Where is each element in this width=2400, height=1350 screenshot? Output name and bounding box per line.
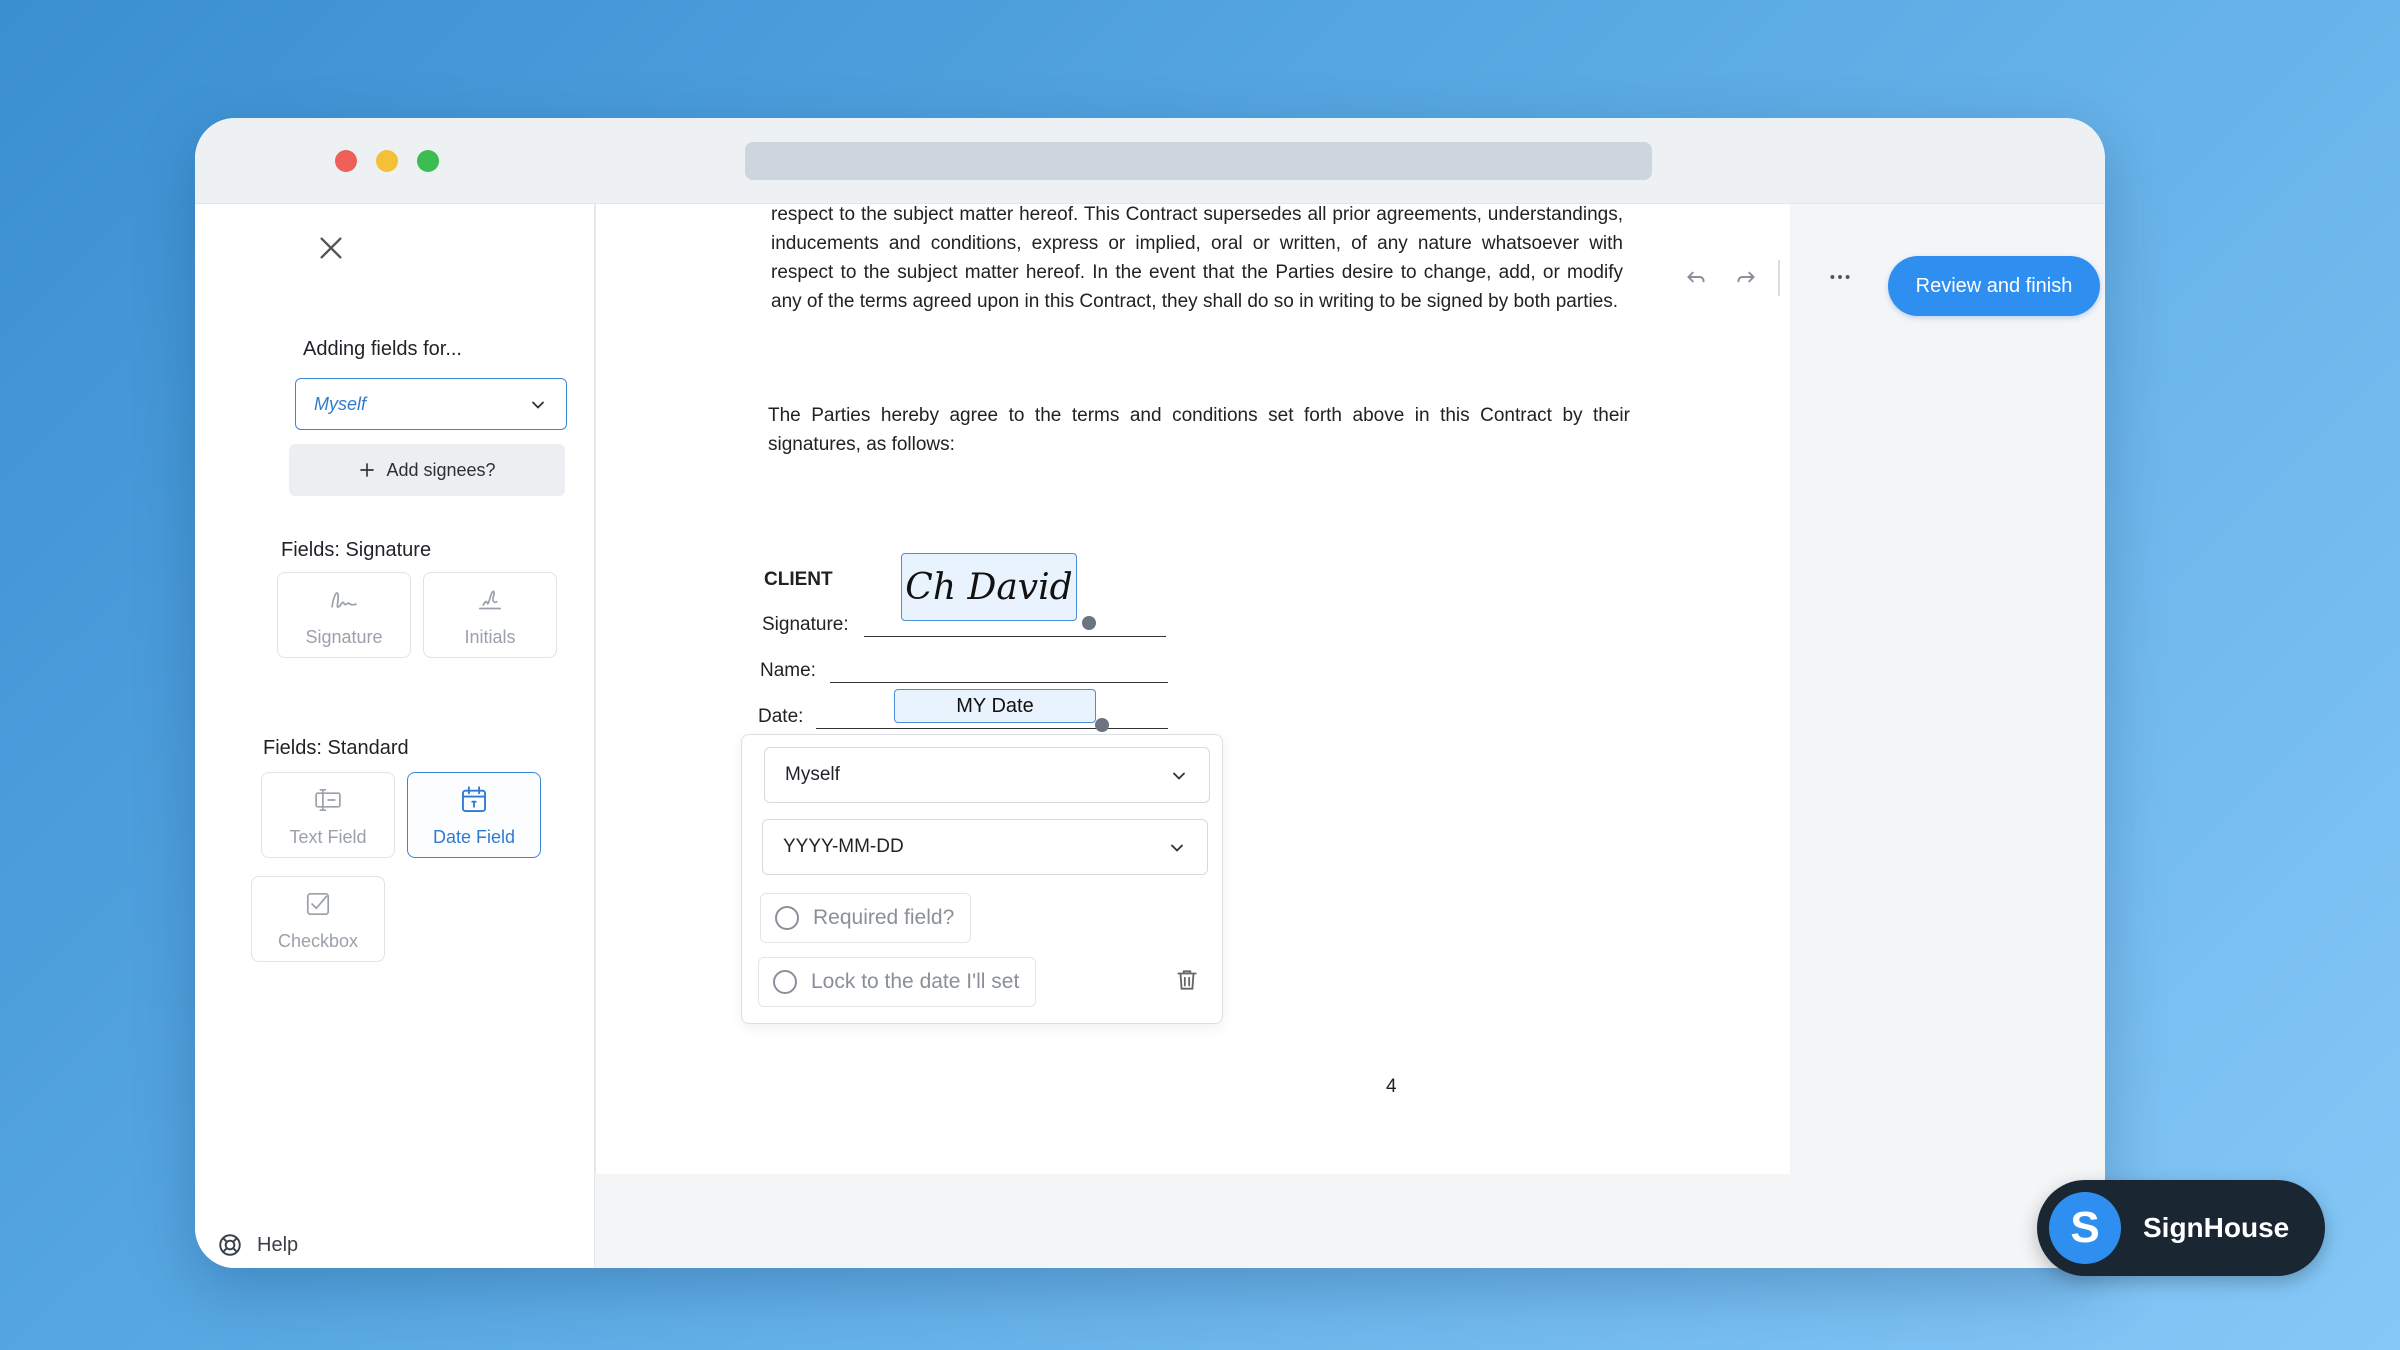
text-field-label: Text Field (289, 826, 367, 847)
more-icon[interactable] (1827, 264, 1853, 290)
standard-fields-heading: Fields: Standard (263, 737, 409, 759)
signature-fields-heading: Fields: Signature (281, 539, 432, 561)
required-field-label: Required field? (813, 906, 955, 929)
review-and-finish-button[interactable]: Review and finish (1888, 256, 2100, 316)
calendar-icon (462, 785, 486, 812)
main-area: respect to the subject matter hereof. Th… (595, 204, 2105, 1268)
signature-field-label: Signature (305, 626, 383, 647)
required-field-toggle[interactable]: Required field? (760, 893, 972, 943)
checkbox-field-button[interactable]: Checkbox (251, 876, 385, 962)
signature-line (864, 636, 1166, 637)
lifebuoy-icon (219, 1234, 241, 1256)
document-page: respect to the subject matter hereof. Th… (595, 204, 1790, 1174)
brand-badge: S SignHouse (2037, 1180, 2325, 1276)
contract-paragraph-1: respect to the subject matter hereof. Th… (771, 204, 1623, 312)
signature-field[interactable]: Ch David (901, 553, 1077, 621)
text-field-button[interactable]: Text Field (261, 772, 395, 858)
initials-icon (478, 590, 502, 609)
lock-date-toggle[interactable]: Lock to the date I'll set (758, 957, 1037, 1007)
adding-fields-label: Adding fields for... (303, 338, 462, 360)
chevron-down-icon (1173, 772, 1185, 780)
date-field-settings-popup: Myself YYYY-MM-DD Required field? Lock t… (741, 734, 1223, 1024)
redo-icon[interactable] (1733, 264, 1759, 290)
date-resize-handle[interactable] (1095, 718, 1109, 732)
signature-resize-handle[interactable] (1082, 616, 1096, 630)
maximize-window-button[interactable] (417, 150, 439, 172)
date-label: Date: (758, 706, 804, 727)
add-signees-label: Add signees? (386, 459, 496, 480)
help-link[interactable]: Help (217, 1232, 298, 1258)
signature-icon (331, 591, 357, 608)
client-label: CLIENT (764, 569, 833, 590)
chevron-down-icon (532, 401, 544, 409)
app-window: Adding fields for... Myself Add signees?… (195, 118, 2105, 1268)
help-label: Help (257, 1233, 299, 1256)
name-line (830, 682, 1168, 683)
checkbox-field-label: Checkbox (277, 930, 359, 951)
lock-date-label: Lock to the date I'll set (811, 970, 1020, 993)
add-signees-button[interactable]: Add signees? (289, 444, 565, 496)
brand-name: SignHouse (2143, 1212, 2290, 1243)
signature-field-value: Ch David (905, 566, 1073, 608)
chevron-down-icon (1171, 844, 1183, 852)
toolbar-divider (1778, 260, 1780, 296)
signee-select[interactable]: Myself (295, 378, 567, 430)
date-field-label: Date Field (432, 826, 516, 847)
initials-field-button[interactable]: Initials (423, 572, 557, 658)
title-bar (195, 118, 2105, 204)
initials-field-label: Initials (464, 626, 516, 647)
lock-date-radio[interactable] (773, 970, 797, 994)
signhouse-logo-icon: S (2049, 1192, 2121, 1264)
signature-label: Signature: (762, 614, 849, 635)
contract-paragraph-2: The Parties hereby agree to the terms an… (768, 405, 1630, 455)
minimize-window-button[interactable] (376, 150, 398, 172)
date-field-value: MY Date (956, 694, 1034, 717)
page-number: 4 (1386, 1076, 1397, 1097)
undo-icon[interactable] (1683, 264, 1709, 290)
date-field[interactable]: MY Date (894, 689, 1096, 723)
trash-icon[interactable] (1174, 967, 1200, 993)
plus-icon (360, 463, 375, 477)
fields-sidebar: Adding fields for... Myself Add signees?… (195, 204, 595, 1268)
signature-field-button[interactable]: Signature (277, 572, 411, 658)
close-window-button[interactable] (335, 150, 357, 172)
name-label: Name: (760, 660, 816, 681)
text-cursor-icon (315, 788, 341, 811)
date-signee-select[interactable]: Myself (764, 747, 1210, 803)
date-field-button[interactable]: Date Field (407, 772, 541, 858)
required-radio[interactable] (775, 906, 799, 930)
signee-select-value: Myself (314, 393, 367, 414)
close-icon[interactable] (315, 232, 347, 264)
date-format-select[interactable]: YYYY-MM-DD (762, 819, 1208, 875)
date-line (816, 728, 1168, 729)
checkbox-icon (306, 892, 330, 915)
date-format-value: YYYY-MM-DD (783, 836, 904, 857)
date-signee-value: Myself (785, 764, 840, 785)
address-bar[interactable] (745, 142, 1652, 180)
